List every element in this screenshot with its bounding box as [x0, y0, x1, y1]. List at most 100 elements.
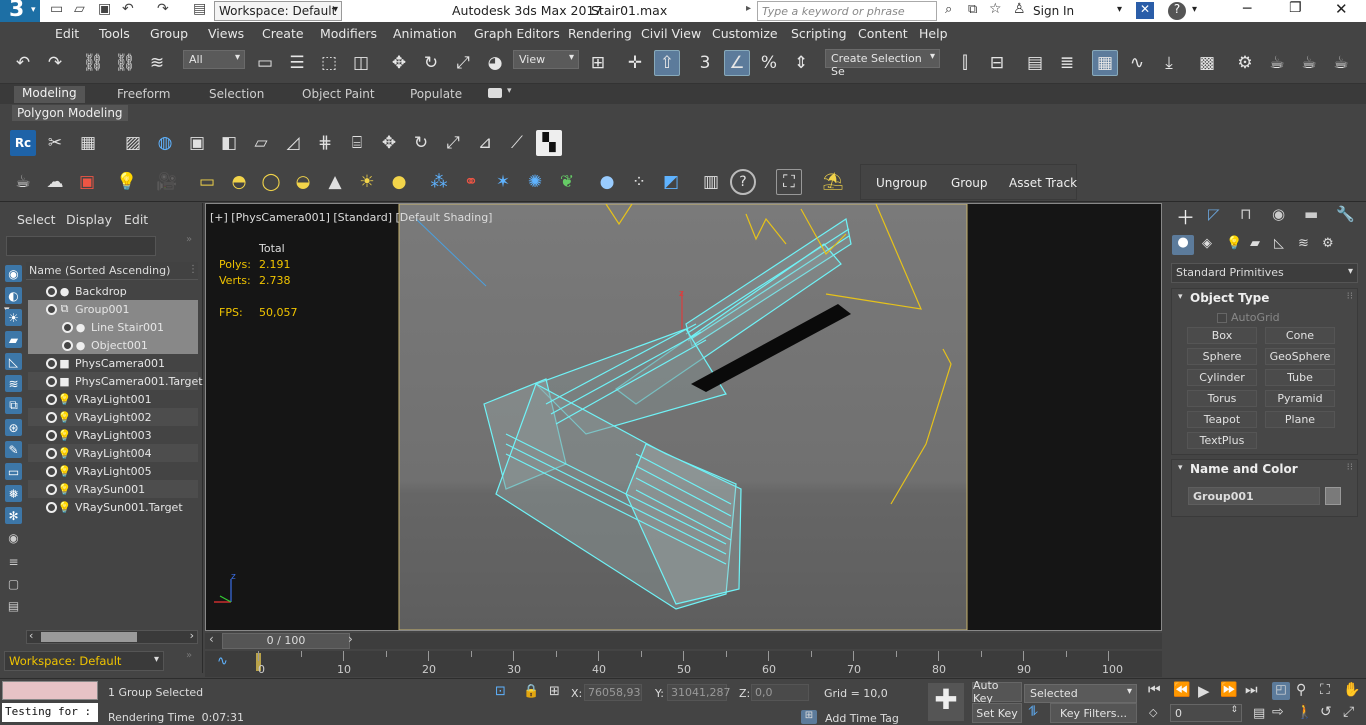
visibility-eye-icon[interactable]: [48, 305, 55, 313]
stairs-icon[interactable]: ⌸: [344, 130, 370, 156]
render-setup-icon[interactable]: ⚙: [1232, 50, 1258, 76]
display-spacewarps-icon[interactable]: ≋: [5, 375, 22, 392]
menu-customize[interactable]: Customize: [712, 26, 778, 41]
set-key-button[interactable]: Set Key: [972, 703, 1022, 723]
helpers-category-icon[interactable]: ◺: [1274, 236, 1284, 251]
play-icon[interactable]: ▶: [1198, 682, 1210, 700]
z-coordinate-field[interactable]: 0,0: [751, 684, 809, 701]
tab-populate[interactable]: Populate: [410, 87, 462, 101]
display-containers-icon[interactable]: ▭: [5, 463, 22, 480]
sun-icon[interactable]: ☀: [354, 169, 380, 195]
systems-category-icon[interactable]: ⚙: [1322, 236, 1334, 251]
object-color-swatch[interactable]: [1325, 487, 1341, 505]
next-frame-icon[interactable]: ›: [348, 632, 353, 646]
visibility-eye-icon[interactable]: [64, 323, 71, 331]
cone-light-icon[interactable]: ▲: [322, 169, 348, 195]
schematic-view-icon[interactable]: ⤓: [1156, 50, 1182, 76]
visibility-eye-icon[interactable]: [48, 395, 55, 403]
scene-row-vraylight001[interactable]: 💡 VRayLight001: [28, 390, 198, 408]
viewport-canvas[interactable]: z z: [206, 204, 1161, 630]
menu-civil-view[interactable]: Civil View: [641, 26, 701, 41]
maxscript-output[interactable]: Testing for :: [2, 703, 98, 722]
cloud-icon[interactable]: ☁: [42, 169, 68, 195]
light-icon[interactable]: 💡: [114, 169, 140, 195]
ramp-icon[interactable]: ◿: [280, 130, 306, 156]
polygon-modeling-panel[interactable]: Polygon Modeling: [12, 105, 128, 121]
open-file-icon[interactable]: ▱: [74, 1, 85, 17]
move-icon[interactable]: ✥: [376, 130, 402, 156]
scene-row-object001[interactable]: ● Object001: [28, 336, 198, 354]
lights-category-icon[interactable]: 💡: [1226, 236, 1242, 251]
align-icon[interactable]: ⊟: [984, 50, 1010, 76]
scene-search-options-icon[interactable]: »: [186, 234, 192, 245]
spinner-snap-icon[interactable]: ⇕: [788, 50, 814, 76]
ies-light-icon[interactable]: ◒: [290, 169, 316, 195]
torus-button[interactable]: Torus: [1187, 390, 1257, 407]
display-hidden-icon[interactable]: ✻: [5, 507, 22, 524]
search-expand-icon[interactable]: ▸: [746, 3, 751, 14]
scene-horizontal-scrollbar[interactable]: ‹ ›: [26, 629, 198, 644]
zoom-extents-icon[interactable]: ◰: [1272, 682, 1290, 700]
object-type-title[interactable]: Object Type: [1190, 291, 1269, 305]
scene-row-group001[interactable]: ▾⧉Group001: [4, 300, 198, 318]
mirror-icon[interactable]: ⊿: [472, 130, 498, 156]
x-coordinate-field[interactable]: 76058,93: [584, 684, 642, 701]
plane-light-icon[interactable]: ▭: [194, 169, 220, 195]
layer-explorer-icon[interactable]: ≣: [1054, 50, 1080, 76]
key-selection-set-select[interactable]: Selected: [1024, 684, 1137, 703]
angle-snap-icon[interactable]: ∠: [724, 50, 750, 76]
menu-rendering[interactable]: Rendering: [568, 26, 632, 41]
create-tab-icon[interactable]: ＋: [1176, 203, 1195, 230]
field-of-view-icon[interactable]: ⛶: [1320, 682, 1330, 698]
spacewarps-category-icon[interactable]: ≋: [1298, 236, 1309, 251]
menu-tools[interactable]: Tools: [99, 26, 130, 41]
sphere-button[interactable]: Sphere: [1187, 348, 1257, 365]
scene-tab-edit[interactable]: Edit: [124, 212, 148, 227]
app-logo[interactable]: 3 ▾: [0, 0, 40, 22]
track-bar[interactable]: ∿ 0 10 20 30 40 50 60 70 80 90 100: [205, 651, 1162, 677]
image-icon[interactable]: ▨: [120, 130, 146, 156]
maximize-viewport-icon[interactable]: ⤢: [1343, 704, 1354, 720]
undo-icon[interactable]: ↶: [122, 1, 134, 17]
name-color-title[interactable]: Name and Color: [1190, 462, 1298, 476]
scene-row-physcamera001-target[interactable]: ■ PhysCamera001.Target: [28, 372, 203, 390]
scale-icon[interactable]: ⤢: [450, 50, 476, 76]
dome-light-icon[interactable]: ◓: [226, 169, 252, 195]
time-slider-thumb[interactable]: 0 / 100: [222, 633, 350, 649]
ungroup-button[interactable]: Ungroup: [876, 176, 927, 190]
user-icon[interactable]: ♙: [1013, 1, 1026, 17]
time-slider[interactable]: ‹ 0 / 100 ›: [205, 632, 1162, 649]
cube-icon[interactable]: ▣: [184, 130, 210, 156]
rollout-grip-icon[interactable]: ⁝⁝: [1347, 291, 1353, 302]
rectangular-selection-icon[interactable]: ⬚: [316, 50, 342, 76]
isolate-selection-icon[interactable]: ⊡: [495, 684, 506, 699]
selection-lock-icon[interactable]: 🔒: [523, 684, 539, 699]
toggle-scene-explorer-icon[interactable]: ▤: [1022, 50, 1048, 76]
visibility-eye-icon[interactable]: [48, 467, 55, 475]
unlink-icon[interactable]: ⛓: [112, 50, 138, 76]
menu-create[interactable]: Create: [262, 26, 304, 41]
displacement-icon[interactable]: ✺: [522, 169, 548, 195]
plane-button[interactable]: Plane: [1265, 411, 1335, 428]
scene-row-line-stair001[interactable]: ● Line Stair001: [28, 318, 198, 336]
asset-track-button[interactable]: Asset Track: [1009, 176, 1077, 190]
scroll-left-icon[interactable]: ‹: [29, 629, 33, 642]
hierarchy-tab-icon[interactable]: ⊓: [1240, 205, 1252, 223]
cone-button[interactable]: Cone: [1265, 327, 1335, 344]
display-box-icon[interactable]: ▢: [5, 575, 22, 592]
scene-row-vraysun001[interactable]: 💡 VRaySun001: [28, 480, 198, 498]
prev-frame-icon[interactable]: ‹: [209, 632, 214, 646]
frame-spinner-icon[interactable]: ⇕: [1230, 705, 1238, 715]
display-groups-icon[interactable]: ⧉: [5, 397, 22, 414]
display-xrefs-icon[interactable]: ⊛: [5, 419, 22, 436]
display-visibility-icon[interactable]: ◉: [5, 529, 22, 546]
key-filters-button[interactable]: Key Filters...: [1050, 703, 1137, 723]
curve-editor-icon[interactable]: ∿: [1124, 50, 1150, 76]
y-coordinate-field[interactable]: 31041,287: [667, 684, 731, 701]
geometry-category-icon[interactable]: ●: [1172, 235, 1194, 255]
project-folder-icon[interactable]: ▤: [193, 1, 206, 17]
menu-animation[interactable]: Animation: [393, 26, 457, 41]
visibility-eye-icon[interactable]: [48, 485, 55, 493]
exchange-apps-icon[interactable]: ✕: [1136, 2, 1154, 19]
sign-in-dropdown-icon[interactable]: ▾: [1117, 4, 1122, 15]
